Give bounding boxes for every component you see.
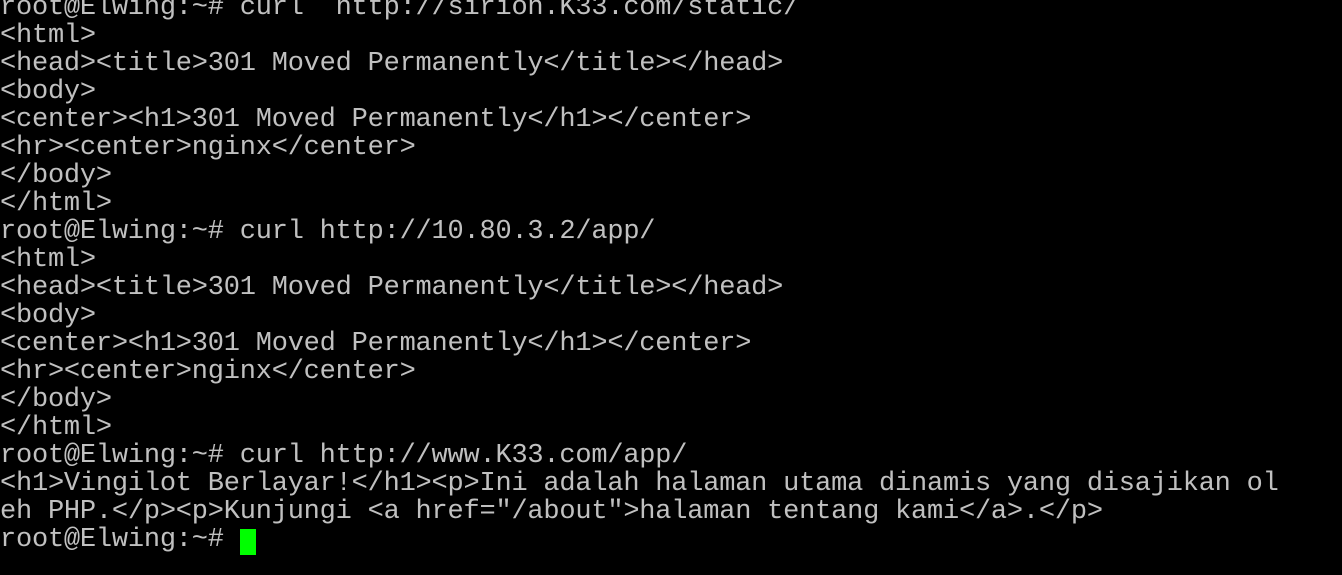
terminal-line: <center><h1>301 Moved Permanently</h1></…	[0, 105, 752, 135]
shell-prompt: root@Elwing:~#	[0, 525, 240, 555]
text-cursor[interactable]	[239, 529, 256, 555]
terminal-line: <body>	[0, 301, 96, 331]
terminal-line: root@Elwing:~# curl http://www.K33.com/a…	[0, 441, 688, 471]
terminal-line: <head><title>301 Moved Permanently</titl…	[0, 49, 784, 79]
terminal-line: </html>	[0, 189, 112, 219]
terminal-line: <h1>Vingilot Berlayar!</h1><p>Ini adalah…	[0, 469, 1279, 499]
terminal-input-line[interactable]: root@Elwing:~#	[0, 525, 1342, 555]
terminal-line: <center><h1>301 Moved Permanently</h1></…	[0, 329, 752, 359]
terminal-line: </html>	[0, 413, 112, 443]
terminal-window[interactable]: root@Elwing:~# curl http://sirion.K33.co…	[0, 0, 1342, 575]
terminal-line: <hr><center>nginx</center>	[0, 133, 416, 163]
terminal-line: </body>	[0, 161, 112, 191]
terminal-line: <head><title>301 Moved Permanently</titl…	[0, 273, 784, 303]
terminal-line: </body>	[0, 385, 112, 415]
terminal-line: <html>	[0, 21, 96, 51]
terminal-line: <html>	[0, 245, 96, 275]
terminal-line: <hr><center>nginx</center>	[0, 357, 416, 387]
terminal-line: <body>	[0, 77, 96, 107]
terminal-line: eh PHP.</p><p>Kunjungi <a href="/about">…	[0, 497, 1103, 527]
terminal-line: root@Elwing:~# curl http://sirion.K33.co…	[0, 0, 800, 23]
terminal-line: root@Elwing:~# curl http://10.80.3.2/app…	[0, 217, 656, 247]
